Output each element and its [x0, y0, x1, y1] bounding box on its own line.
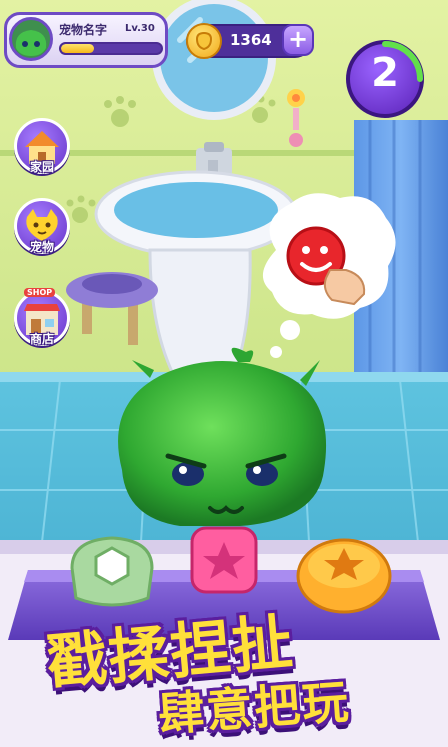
add-coins-button[interactable]: + [282, 24, 314, 56]
menu-item-shop[interactable]: 商店 SHOP [14, 288, 70, 346]
shop-badge: SHOP [24, 288, 56, 297]
toy-star-pink [190, 526, 258, 594]
pet-avatar [9, 17, 53, 61]
mirror [152, 0, 276, 120]
counter-value: 2 [371, 50, 399, 96]
gold-coin-icon [186, 23, 222, 59]
home-label: 家园 [29, 160, 54, 174]
menu-item-home[interactable]: 家园 [14, 118, 70, 174]
round-counter-badge: 2 [346, 40, 424, 118]
coin-amount: 1364 [230, 31, 272, 49]
pet-label: 宠物 [29, 240, 54, 254]
slogan-line-2: 肆意把玩 [156, 674, 352, 742]
pet-profile-panel[interactable]: 宠物名字 Lv.30 [4, 12, 168, 68]
pet-name: 宠物名字 [59, 23, 108, 37]
xp-bar-fill [61, 44, 94, 53]
menu-item-pet[interactable]: 宠物 [14, 198, 70, 254]
toy-star-orange [296, 538, 392, 614]
shop-label: 商店 [29, 332, 54, 346]
toy-hex-green [70, 536, 154, 607]
pet-level: Lv.30 [125, 23, 155, 34]
xp-bar [59, 42, 163, 55]
